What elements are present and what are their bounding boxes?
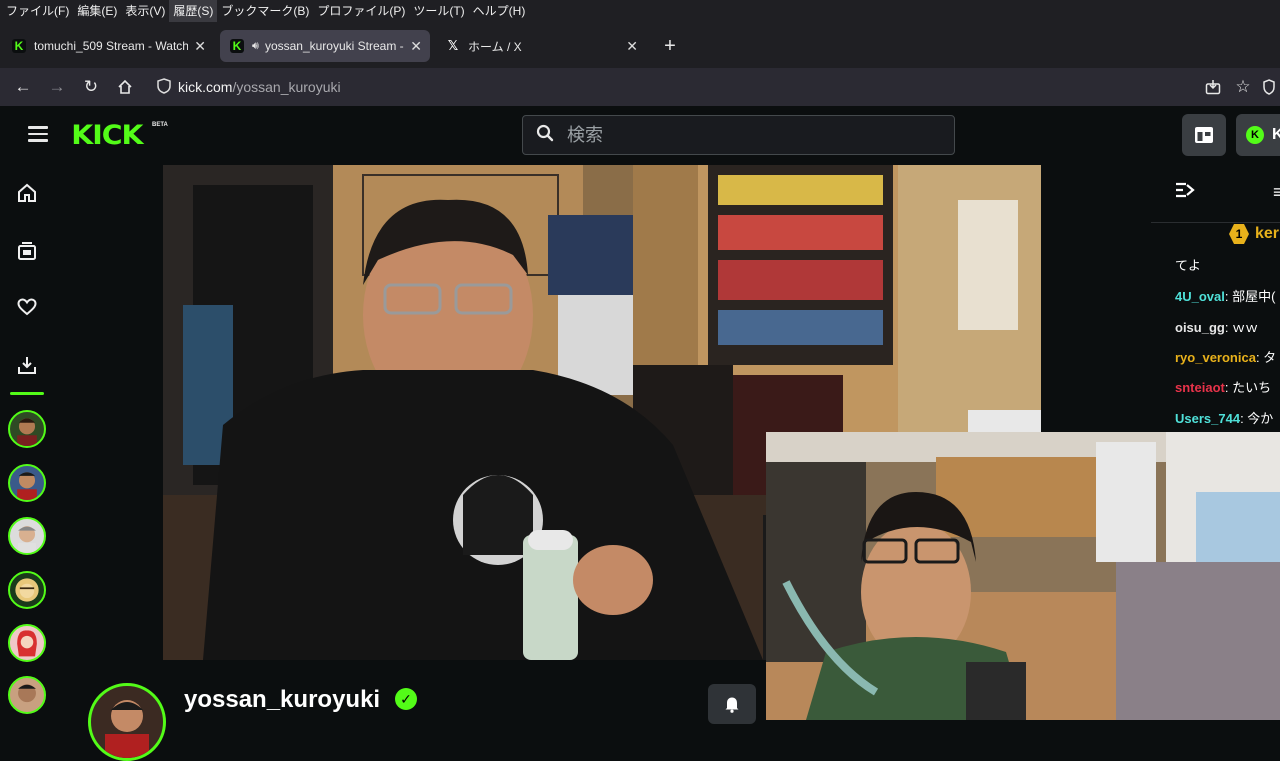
message-text: タ xyxy=(1259,350,1277,365)
chat-message: 4U_oval: 部屋中( xyxy=(1175,289,1276,304)
home-icon[interactable] xyxy=(108,72,142,102)
notification-bell-button[interactable] xyxy=(708,684,756,724)
divider xyxy=(1151,222,1280,223)
kick-coin-icon: K xyxy=(1246,126,1264,144)
close-icon[interactable]: ✕ xyxy=(194,38,206,55)
search-input[interactable] xyxy=(567,124,799,146)
shield-extension-icon[interactable] xyxy=(1258,72,1280,102)
chat-message: snteiaot: たいち xyxy=(1175,380,1272,395)
url-bar[interactable]: kick.com/yossan_kuroyuki xyxy=(150,72,1150,102)
chat-username[interactable]: snteiaot xyxy=(1175,380,1225,395)
back-icon[interactable]: ← xyxy=(6,72,40,102)
browse-icon[interactable] xyxy=(1182,114,1226,156)
message-text: 今か xyxy=(1243,411,1274,426)
rank-badge: 1 xyxy=(1229,224,1249,244)
menu-history[interactable]: 履歴(S) xyxy=(169,0,218,22)
chat-panel: ≡ 1 ker てよ 4U_oval: 部屋中( oisu_gg: ｗｗ ryo… xyxy=(1151,164,1280,432)
kick-icon: K xyxy=(230,39,244,53)
home-icon[interactable] xyxy=(14,180,40,206)
close-icon[interactable]: ✕ xyxy=(626,38,638,55)
followed-channel-avatar[interactable] xyxy=(8,464,46,502)
chat-username[interactable]: Users_744 xyxy=(1175,411,1240,426)
tab-tomuchi[interactable]: K tomuchi_509 Stream - Watch Li ✕ xyxy=(2,30,214,62)
search-icon xyxy=(523,124,567,147)
channel-info-bar: yossan_kuroyuki ✓ xyxy=(55,660,766,761)
chat-username[interactable]: 4U_oval xyxy=(1175,289,1225,304)
menu-bookmarks[interactable]: ブックマーク(B) xyxy=(217,0,313,22)
x-icon: 𝕏 xyxy=(447,38,459,53)
search-box[interactable] xyxy=(522,115,955,155)
tab-x-home[interactable]: 𝕏 ホーム / X ✕ xyxy=(436,30,646,62)
message-text: 部屋中( xyxy=(1228,289,1276,304)
left-sidebar xyxy=(0,164,55,720)
pip-frame xyxy=(766,432,1280,720)
message-text: たいち xyxy=(1228,380,1272,395)
verified-badge-icon: ✓ xyxy=(395,688,417,710)
divider xyxy=(10,392,44,395)
forward-icon[interactable]: → xyxy=(40,72,74,102)
heart-icon[interactable] xyxy=(14,294,40,320)
user-initial: K xyxy=(1272,126,1280,143)
followed-channel-avatar[interactable] xyxy=(8,571,46,609)
message-text: ｗｗ xyxy=(1228,320,1259,335)
menu-help[interactable]: ヘルプ(H) xyxy=(469,0,530,22)
chat-username[interactable]: ryo_veronica xyxy=(1175,350,1256,365)
menu-profile[interactable]: プロファイル(P) xyxy=(313,0,409,22)
followed-channel-avatar[interactable] xyxy=(8,676,46,714)
download-icon[interactable] xyxy=(14,352,40,378)
pinned-gifter[interactable]: 1 ker xyxy=(1229,224,1279,244)
url-host: kick.com xyxy=(178,79,233,95)
chat-message: Users_744: 今か xyxy=(1175,411,1274,426)
menu-bar: ファイル(F) 編集(E) 表示(V) 履歴(S) ブックマーク(B) プロファ… xyxy=(0,0,1280,22)
download-icon[interactable] xyxy=(1198,72,1228,102)
menu-edit[interactable]: 編集(E) xyxy=(73,0,121,22)
chat-message: てよ xyxy=(1175,255,1201,274)
followed-channel-avatar[interactable] xyxy=(8,517,46,555)
followed-channel-avatar[interactable] xyxy=(8,410,46,448)
tab-title: yossan_kuroyuki Stream - W xyxy=(264,39,405,53)
tab-strip: K tomuchi_509 Stream - Watch Li ✕ K 🔊︎ y… xyxy=(0,22,1280,68)
shield-icon[interactable] xyxy=(150,77,178,97)
speaker-icon[interactable]: 🔊︎ xyxy=(252,40,259,53)
close-icon[interactable]: ✕ xyxy=(410,38,422,55)
kick-header: KICK BETA K K xyxy=(0,106,1280,164)
kick-icon: K xyxy=(12,39,26,53)
user-menu-button[interactable]: K K xyxy=(1236,114,1280,156)
bookmark-star-icon[interactable]: ☆ xyxy=(1228,72,1258,102)
tab-yossan[interactable]: K 🔊︎ yossan_kuroyuki Stream - W ✕ xyxy=(220,30,430,62)
menu-tools[interactable]: ツール(T) xyxy=(409,0,468,22)
menu-view[interactable]: 表示(V) xyxy=(121,0,169,22)
chat-message: ryo_veronica: タ xyxy=(1175,350,1277,365)
reload-icon[interactable]: ↻ xyxy=(74,72,108,102)
browse-icon[interactable] xyxy=(14,238,40,264)
kick-logo[interactable]: KICK xyxy=(71,120,143,151)
tab-title: ホーム / X xyxy=(468,39,522,54)
collapse-chat-icon[interactable] xyxy=(1175,182,1195,203)
url-path: /yossan_kuroyuki xyxy=(232,79,341,95)
pinned-username: ker xyxy=(1255,225,1280,242)
followed-channel-avatar[interactable] xyxy=(8,624,46,662)
tab-title: tomuchi_509 Stream - Watch Li xyxy=(34,39,189,53)
nav-bar: ← → ↻ kick.com/yossan_kuroyuki ☆ xyxy=(0,68,1280,106)
new-tab-button[interactable]: + xyxy=(658,34,682,58)
pip-overlay-video[interactable] xyxy=(766,432,1280,720)
menu-file[interactable]: ファイル(F) xyxy=(2,0,73,22)
chat-menu-icon[interactable]: ≡ xyxy=(1273,182,1280,203)
chat-message: oisu_gg: ｗｗ xyxy=(1175,320,1259,335)
message-text: てよ xyxy=(1175,258,1202,273)
hamburger-menu-icon[interactable] xyxy=(28,126,48,142)
channel-avatar[interactable] xyxy=(88,683,166,761)
chat-username[interactable]: oisu_gg xyxy=(1175,320,1225,335)
channel-name[interactable]: yossan_kuroyuki xyxy=(184,686,380,714)
beta-label: BETA xyxy=(152,122,168,128)
